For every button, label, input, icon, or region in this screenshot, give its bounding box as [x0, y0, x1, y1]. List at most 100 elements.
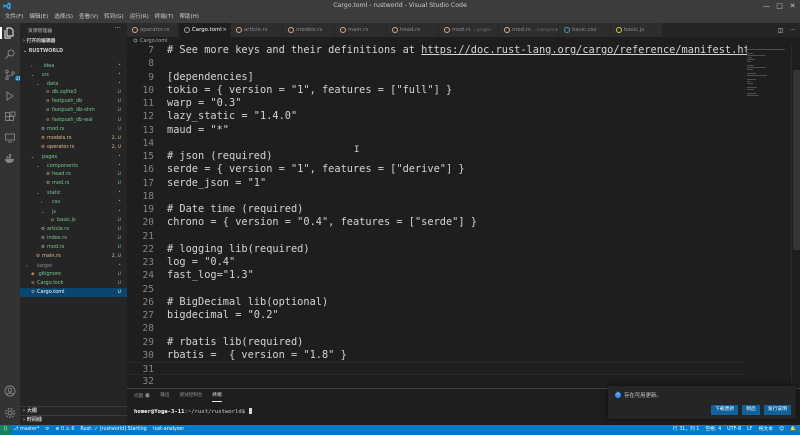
editor-tab[interactable]: article.rs	[231, 23, 283, 37]
editor-tab[interactable]: basic.css	[559, 23, 611, 37]
tree-item[interactable]: ⌄ data •	[20, 79, 127, 88]
extensions-icon[interactable]	[4, 111, 16, 123]
code-editor[interactable]: I 7 # See more keys and their definitions…	[127, 45, 747, 388]
tree-item[interactable]: ≡ fastpush_db-wal U	[20, 116, 127, 125]
encoding[interactable]: UTF-8	[727, 425, 741, 435]
menu-item[interactable]: 编辑(E)	[26, 12, 51, 23]
tree-item[interactable]: ⚙ mod.rs U	[20, 243, 127, 252]
rust-status[interactable]: Rust: ✓ [rustworld] Starting	[80, 425, 146, 435]
menu-item[interactable]: 选择(S)	[51, 12, 76, 23]
editor-tab[interactable]: mod.rs ...\pages	[439, 23, 499, 37]
docker-icon[interactable]	[4, 153, 16, 165]
split-editor-icon[interactable]: ◫	[777, 27, 784, 34]
tree-item[interactable]: ⚙ head.rs U	[20, 170, 127, 179]
minimize-button[interactable]: —	[762, 2, 771, 10]
tree-item[interactable]: ⚙ mod.rs U	[20, 179, 127, 188]
remote-indicator[interactable]: ⟩⟨	[0, 425, 11, 435]
tree-item[interactable]: ⌄ components •	[20, 161, 127, 170]
rust-analyzer-status[interactable]: rust-analyzer	[153, 425, 185, 435]
manage-gear-icon[interactable]	[4, 407, 16, 419]
menu-item[interactable]: 转到(G)	[101, 12, 127, 23]
manifest-docs-link[interactable]: https://doc.rust-lang.org/cargo/referenc…	[421, 45, 747, 56]
open-editors-section[interactable]: › 打开的编辑器	[20, 37, 127, 46]
tree-item[interactable]: ⚙ main.rs 2, U	[20, 252, 127, 261]
panel-tab[interactable]: 输出	[160, 391, 169, 402]
minimap[interactable]	[745, 45, 790, 388]
tree-item[interactable]: ≡ db.sqlite3 U	[20, 88, 127, 97]
maximize-button[interactable]: □	[775, 2, 784, 10]
tree-item[interactable]: ≡ Cargo.lock U	[20, 279, 127, 288]
problems-indicator[interactable]: ⊗ 0 ⚠ 6	[55, 425, 74, 435]
tree-item[interactable]: ≡ fastpush_db-shm U	[20, 106, 127, 115]
terminal-prompt[interactable]: homer@Yoga-3-11:~/rust/rustworld$	[134, 408, 252, 415]
code-line: 15 # json (required)	[127, 150, 747, 163]
tree-item[interactable]: JS basic.js U	[20, 216, 127, 225]
git-status-dot: •	[118, 263, 121, 269]
panel-tab[interactable]: 问题 6	[134, 391, 151, 402]
menu-item[interactable]: 文件(F)	[2, 12, 26, 23]
editor-tab[interactable]: Cargo.toml ×	[179, 23, 231, 37]
breadcrumb[interactable]: Cargo.toml	[127, 37, 740, 45]
end-of-line[interactable]: LF	[747, 425, 752, 435]
menu-item[interactable]: 运行(R)	[127, 12, 152, 23]
menu-item[interactable]: 终端(T)	[152, 12, 177, 23]
panel-tab[interactable]: 终端	[212, 391, 222, 402]
tree-item[interactable]: ⌄ static •	[20, 188, 127, 197]
tree-item[interactable]: ⚙ Cargo.toml U	[20, 288, 127, 298]
notification-button[interactable]: 稍后	[742, 405, 760, 415]
more-actions-icon[interactable]: ···	[789, 27, 796, 34]
tree-item[interactable]: ⌄ js •	[20, 207, 127, 216]
tree-item[interactable]: ⌄ src •	[20, 70, 127, 79]
tree-item[interactable]: ⚙ article.rs U	[20, 225, 127, 234]
editor-tab[interactable]: models.rs	[283, 23, 335, 37]
close-window-button[interactable]: ✕	[788, 2, 797, 10]
scrollbar-thumb[interactable]	[793, 70, 800, 250]
menu-item[interactable]: 帮助(H)	[176, 12, 201, 23]
menu-item[interactable]: 查看(V)	[76, 12, 101, 23]
panel-tab[interactable]: 调试控制台	[179, 391, 202, 402]
code-content: maud = "*"	[167, 123, 229, 136]
editor-tab[interactable]: operator.rs	[127, 23, 179, 37]
tree-item[interactable]: ◆ .gitignore U	[20, 270, 127, 279]
code-line: 21	[127, 230, 747, 243]
git-branch[interactable]: ⎇ master*	[13, 425, 39, 435]
editor-scrollbar[interactable]	[791, 45, 800, 388]
file-type-icon	[236, 27, 242, 33]
source-control-icon[interactable]: 21	[4, 69, 23, 81]
project-section[interactable]: ⌄ RUSTWORLD	[20, 47, 127, 56]
search-icon[interactable]	[4, 48, 16, 60]
notification-button[interactable]: 下载更新	[710, 405, 739, 415]
tree-item[interactable]: › css •	[20, 197, 127, 206]
language-mode[interactable]: 纯文本	[759, 425, 773, 435]
remote-explorer-icon[interactable]	[4, 132, 16, 144]
tree-item[interactable]: ⌄ pages •	[20, 152, 127, 161]
tree-item[interactable]: › .idea •	[20, 61, 127, 70]
feedback-icon[interactable]: ☺	[779, 425, 784, 435]
outline-section[interactable]: › 大纲	[20, 406, 127, 415]
more-actions-icon[interactable]: ···	[114, 24, 121, 32]
run-debug-icon[interactable]	[4, 90, 16, 102]
tree-item[interactable]: ≡ fastpush_db U	[20, 97, 127, 106]
tree-item[interactable]: ⚙ operator.rs 2, U	[20, 143, 127, 152]
sync-icon[interactable]: ⟳	[45, 425, 49, 435]
editor-tab[interactable]: main.rs	[335, 23, 387, 37]
editor-tab[interactable]: mod.rs ...\components	[499, 23, 559, 37]
cursor-position[interactable]: 行 31，列 1	[673, 425, 700, 435]
tree-item[interactable]: ⚙ models.rs 2, U	[20, 134, 127, 143]
explorer-icon[interactable]	[0, 27, 20, 39]
tree-item[interactable]: ⚙ index.rs U	[20, 234, 127, 243]
indentation[interactable]: 空格: 4	[705, 425, 721, 435]
close-tab-icon[interactable]: ×	[222, 23, 227, 37]
editor-tab[interactable]: basic.js	[611, 23, 663, 37]
code-text: [dependencies]	[167, 71, 254, 84]
code-text: rbatis = { version = "1.8" }	[167, 349, 347, 362]
editor-tab[interactable]: head.rs	[387, 23, 439, 37]
tree-item[interactable]: ⚙ mod.rs U	[20, 125, 127, 134]
notifications-bell-icon[interactable]: 🔔	[790, 425, 796, 435]
line-number: 24	[142, 270, 154, 282]
tree-item[interactable]: › target •	[20, 261, 127, 270]
account-icon[interactable]	[4, 385, 16, 397]
notification-button[interactable]: 发行说明	[763, 405, 791, 415]
timeline-section[interactable]: › 时间线	[20, 415, 127, 424]
tree-item-label: index.rs	[47, 234, 67, 241]
